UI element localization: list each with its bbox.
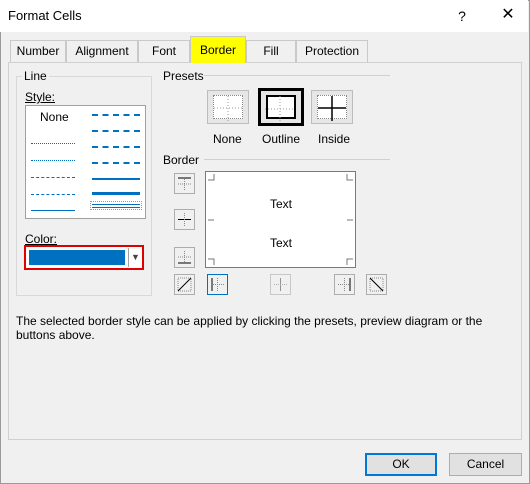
presets-title: Presets (163, 69, 204, 83)
border-middle-vertical-button[interactable] (270, 274, 291, 295)
color-swatch (29, 250, 125, 265)
line-style-dash-dot[interactable] (31, 194, 75, 195)
preset-inside-label[interactable]: Inside (318, 132, 350, 146)
cancel-button[interactable]: Cancel (449, 453, 522, 476)
line-style-medium-dashed[interactable] (92, 162, 140, 164)
border-middle-horizontal-button[interactable] (174, 209, 195, 230)
line-style-medium[interactable] (92, 178, 140, 180)
style-label: Style: (25, 90, 56, 104)
preset-outline-label[interactable]: Outline (262, 132, 300, 146)
preset-grid-icons (214, 96, 346, 122)
line-style-dotted[interactable] (31, 160, 75, 161)
dialog-title: Format Cells (8, 8, 82, 23)
border-top-button[interactable] (174, 173, 195, 194)
preview-text-top: Text (270, 197, 293, 211)
border-separator (204, 159, 390, 160)
tab-alignment[interactable]: Alignment (66, 40, 138, 62)
help-text: The selected border style can be applied… (16, 314, 483, 342)
border-title: Border (163, 153, 200, 167)
border-bottom-button[interactable] (174, 247, 195, 268)
color-dropdown[interactable]: ▼ (24, 245, 144, 270)
line-group-title: Line (22, 69, 49, 83)
line-style-medium-dash-dot[interactable] (92, 146, 140, 148)
border-diagonal-up-button[interactable] (174, 274, 195, 295)
preview-text-bottom: Text (270, 236, 293, 250)
preset-none-label[interactable]: None (213, 132, 242, 146)
line-style-dash-dot-dot[interactable] (31, 177, 75, 178)
tab-border[interactable]: Border (190, 36, 246, 63)
border-diagonal-down-button[interactable] (366, 274, 387, 295)
preview-corner-marks (208, 174, 353, 265)
line-style-slant-dash-dot[interactable] (92, 130, 140, 132)
line-style-hair[interactable] (31, 143, 75, 144)
line-style-list[interactable]: None (25, 105, 146, 219)
line-style-thick[interactable] (92, 192, 140, 196)
close-button[interactable]: ✕ (496, 4, 520, 26)
border-left-button[interactable] (207, 274, 228, 295)
line-style-medium-dash-dot-dot[interactable] (92, 114, 140, 116)
border-right-button[interactable] (334, 274, 355, 295)
tab-fill[interactable]: Fill (246, 40, 296, 62)
color-label: Color: (25, 232, 58, 246)
chevron-down-icon[interactable]: ▼ (128, 248, 142, 267)
line-style-none[interactable]: None (40, 110, 69, 124)
line-style-thin[interactable] (31, 210, 75, 211)
tab-font[interactable]: Font (138, 40, 190, 62)
tab-number[interactable]: Number (10, 40, 66, 62)
ok-button[interactable]: OK (365, 453, 437, 476)
border-preview-area[interactable]: Text Text (205, 171, 356, 268)
presets-separator (204, 75, 390, 76)
tab-protection[interactable]: Protection (296, 40, 368, 62)
line-style-double[interactable] (92, 204, 140, 208)
help-button[interactable]: ? (452, 6, 472, 26)
